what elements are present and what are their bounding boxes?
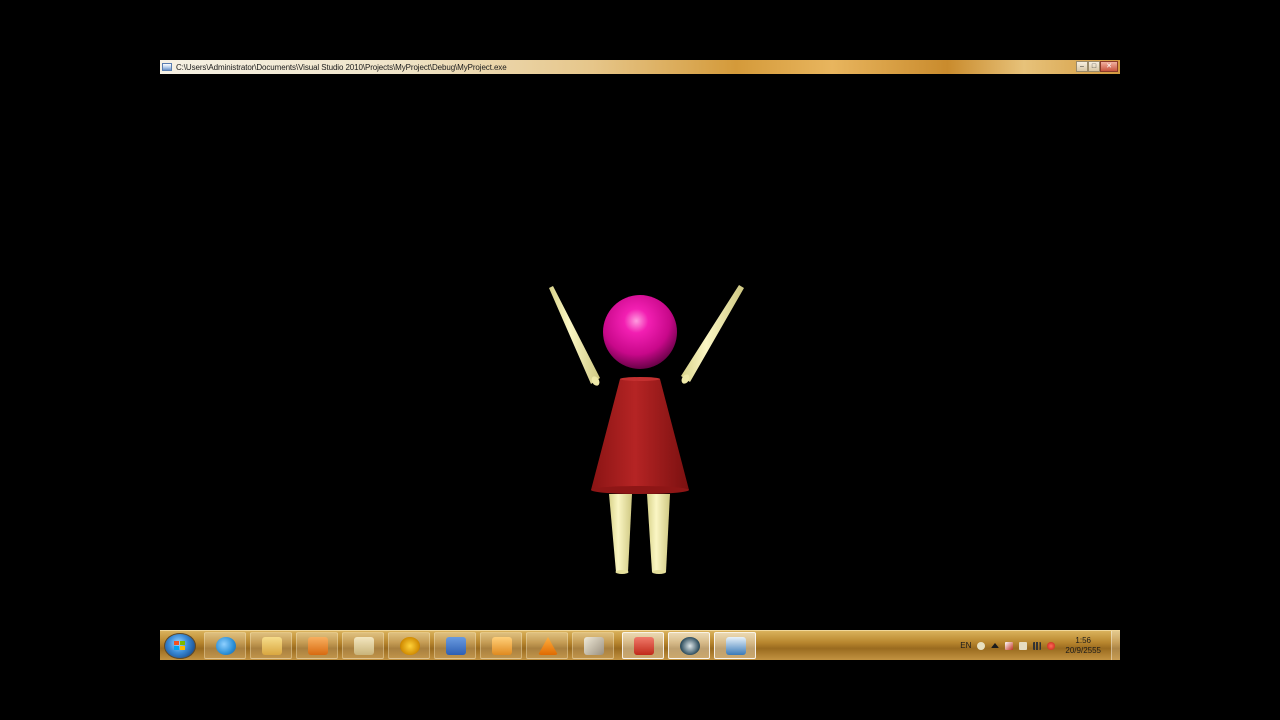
clock-time: 1:56 — [1075, 635, 1091, 645]
archive-icon — [492, 637, 512, 655]
head-sphere — [603, 295, 677, 369]
taskbar-item-app-yellow[interactable] — [388, 632, 430, 659]
media-player-icon — [308, 637, 328, 655]
console-app-icon — [162, 63, 172, 71]
maximize-button[interactable]: □ — [1088, 61, 1100, 72]
dress-top — [620, 377, 660, 381]
start-button[interactable] — [164, 633, 196, 659]
taskbar-item-media-player[interactable] — [296, 632, 338, 659]
taskbar-item-windows-explorer[interactable] — [250, 632, 292, 659]
action-center-flag-icon[interactable] — [1005, 641, 1014, 650]
right-foot — [652, 570, 666, 574]
left-foot — [615, 570, 629, 574]
taskbar: EN 1:56 20/9/2555 — [160, 630, 1120, 660]
paint-icon — [354, 637, 374, 655]
windows-logo-icon — [174, 641, 186, 651]
record-icon — [634, 637, 654, 655]
taskbar-item-microsoft-word[interactable] — [434, 632, 476, 659]
figure-render — [549, 285, 744, 574]
volume-icon[interactable] — [1047, 641, 1056, 650]
window-title: C:\Users\Administrator\Documents\Visual … — [176, 62, 507, 72]
window-icon — [726, 637, 746, 655]
tools-icon — [584, 637, 604, 655]
taskbar-clock[interactable]: 1:56 20/9/2555 — [1065, 636, 1101, 656]
word-icon — [446, 637, 466, 655]
dress-bottom — [591, 486, 689, 494]
dress-cone — [591, 379, 689, 490]
right-arm — [681, 285, 744, 382]
triangle-app-icon — [400, 637, 420, 655]
taskbar-item-myproject-window[interactable] — [714, 632, 756, 659]
taskbar-item-vlc[interactable] — [526, 632, 568, 659]
left-arm — [549, 286, 600, 384]
close-button[interactable]: ✕ — [1100, 61, 1118, 72]
taskbar-item-recorder[interactable] — [622, 632, 664, 659]
clock-date: 20/9/2555 — [1065, 645, 1101, 655]
ie-icon — [216, 637, 236, 655]
minimize-button[interactable]: – — [1076, 61, 1088, 72]
taskbar-item-tool-app[interactable] — [572, 632, 614, 659]
vlc-icon — [538, 637, 558, 655]
capture-icon — [680, 637, 700, 655]
opengl-viewport[interactable] — [160, 74, 1120, 630]
taskbar-item-internet-explorer[interactable] — [204, 632, 246, 659]
taskbar-item-capture-app[interactable] — [668, 632, 710, 659]
taskbar-item-archive[interactable] — [480, 632, 522, 659]
show-desktop-button[interactable] — [1111, 631, 1120, 660]
left-leg — [609, 494, 632, 572]
taskbar-item-paint[interactable] — [342, 632, 384, 659]
system-tray: EN 1:56 20/9/2555 — [960, 631, 1120, 660]
bluetooth-icon[interactable] — [977, 641, 986, 650]
show-hidden-icons-icon[interactable] — [991, 643, 1000, 648]
language-indicator[interactable]: EN — [960, 641, 971, 650]
window-title-bar[interactable]: C:\Users\Administrator\Documents\Visual … — [160, 60, 1120, 74]
folder-icon — [262, 637, 282, 655]
desktop-screen: C:\Users\Administrator\Documents\Visual … — [160, 60, 1120, 660]
network-icon[interactable] — [1033, 641, 1042, 650]
right-leg — [647, 494, 670, 572]
power-icon[interactable] — [1019, 641, 1028, 650]
window-controls: – □ ✕ — [1076, 61, 1118, 72]
